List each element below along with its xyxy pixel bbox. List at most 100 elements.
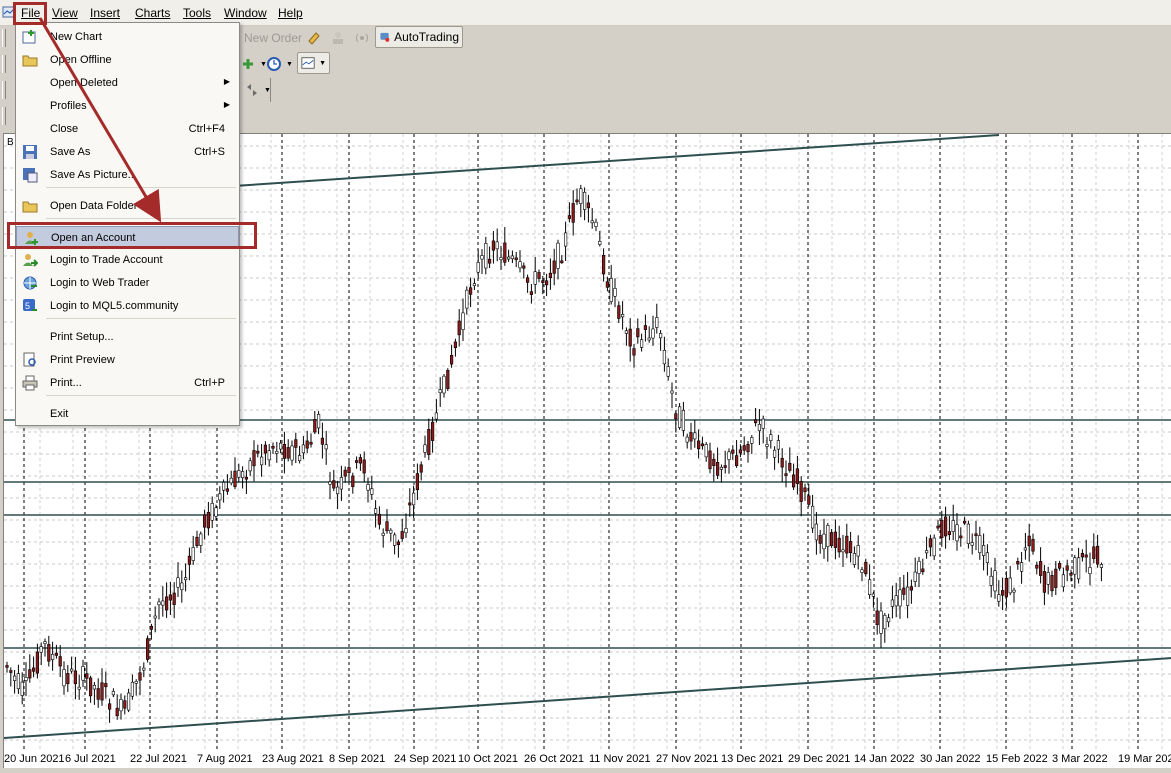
candle-body xyxy=(860,569,864,573)
menu-tools[interactable]: Tools xyxy=(183,6,211,20)
candle-body xyxy=(818,535,822,544)
candle-body xyxy=(981,545,986,556)
menu-item-exit[interactable]: Exit xyxy=(16,403,239,425)
x-axis-label: 8 Sep 2021 xyxy=(329,753,386,765)
candle-body xyxy=(89,677,93,697)
toolbar-grip[interactable] xyxy=(2,81,6,99)
candle-body xyxy=(157,601,161,606)
candle-body xyxy=(434,412,439,420)
x-axis-label: 23 Aug 2021 xyxy=(262,753,324,765)
candle-body xyxy=(601,255,606,275)
candle-body xyxy=(875,610,879,626)
menu-view[interactable]: View xyxy=(52,6,78,20)
new-order-button[interactable]: New Order xyxy=(240,27,306,49)
candle-body xyxy=(845,535,849,554)
menu-separator xyxy=(46,395,236,396)
templates-button[interactable]: ▼ xyxy=(297,52,330,74)
candle-body xyxy=(1000,590,1005,596)
autotrading-button[interactable]: AutoTrading xyxy=(375,26,463,48)
menu-item-profiles[interactable]: Profiles ▶ xyxy=(16,95,239,117)
menu-item-save-as-picture[interactable]: Save As Picture... xyxy=(16,164,239,186)
candle-body xyxy=(468,287,473,295)
menu-item-open-data-folder[interactable]: Open Data Folder xyxy=(16,195,239,217)
menu-insert[interactable]: Insert xyxy=(90,6,120,20)
menu-item-label: Login to MQL5.community xyxy=(50,300,179,312)
candle-body xyxy=(864,561,868,575)
candle-body xyxy=(453,341,458,349)
navigator-button[interactable] xyxy=(326,27,350,49)
menu-item-save-as[interactable]: Save As Ctrl+S xyxy=(16,141,239,163)
candle-body xyxy=(765,444,769,447)
x-axis-label: 29 Dec 2021 xyxy=(788,753,851,765)
candle-body xyxy=(848,541,853,554)
candle-body xyxy=(1088,567,1092,574)
candle-body xyxy=(544,280,549,286)
menu-help[interactable]: Help xyxy=(278,6,303,20)
menu-item-open-deleted[interactable]: Open Deleted ▶ xyxy=(16,72,239,94)
toolbar-grip[interactable] xyxy=(2,55,6,73)
menu-item-open-an-account[interactable]: Open an Account xyxy=(16,226,239,248)
candle-body xyxy=(993,570,997,592)
candle-body xyxy=(1058,563,1062,569)
toolbar-grip[interactable] xyxy=(2,29,6,47)
x-axis-label: 3 Mar 2022 xyxy=(1052,753,1108,765)
candle-body xyxy=(313,419,317,433)
signals-icon xyxy=(356,33,368,43)
candle-body xyxy=(104,683,108,688)
candle-body xyxy=(146,638,150,660)
candle-body xyxy=(54,652,58,656)
candle-body xyxy=(685,436,689,443)
template-icon xyxy=(301,57,315,69)
candle-body xyxy=(149,625,154,630)
candle-body xyxy=(297,455,302,462)
candle-body xyxy=(620,314,625,318)
periods-button[interactable]: ▼ xyxy=(262,53,297,75)
candle-body xyxy=(579,188,583,204)
candle-body xyxy=(609,278,613,302)
candle-body xyxy=(913,571,917,582)
menu-item-shortcut: Ctrl+P xyxy=(194,377,225,389)
metaeditor-button[interactable] xyxy=(302,27,326,49)
candle-body xyxy=(294,439,298,448)
account-add-icon xyxy=(25,232,38,245)
menu-item-label: Print Preview xyxy=(50,354,115,366)
candle-body xyxy=(586,202,590,209)
candle-body xyxy=(381,532,385,536)
candle-body xyxy=(1027,535,1031,547)
menu-item-print-setup[interactable]: Print Setup... xyxy=(16,326,239,348)
menu-item-login-to-mql5-community[interactable]: 5 Login to MQL5.community xyxy=(16,295,239,317)
x-axis-label: 19 Mar 2022 xyxy=(1118,753,1171,765)
candle-body xyxy=(761,418,765,429)
candle-body xyxy=(681,410,685,431)
menu-window[interactable]: Window xyxy=(224,6,267,20)
candle-body xyxy=(119,699,123,712)
signals-button[interactable] xyxy=(350,27,374,49)
candle-body xyxy=(647,337,651,341)
candle-body xyxy=(28,669,32,679)
candle-body xyxy=(62,669,66,687)
candle-body xyxy=(271,445,275,449)
candle-body xyxy=(229,477,233,484)
candle-body xyxy=(575,199,579,203)
candle-body xyxy=(1077,557,1081,580)
candle-body xyxy=(810,505,815,529)
menu-item-open-offline[interactable]: Open Offline xyxy=(16,49,239,71)
menu-charts[interactable]: Charts xyxy=(135,6,170,20)
toolbar-grip[interactable] xyxy=(2,107,6,125)
candle-body xyxy=(1042,571,1046,593)
candle-body xyxy=(153,615,157,619)
menu-item-new-chart[interactable]: New Chart xyxy=(16,26,239,48)
candle-body xyxy=(20,681,24,696)
menu-item-login-to-trade-account[interactable]: Login to Trade Account xyxy=(16,249,239,271)
metaeditor-icon xyxy=(308,32,320,45)
menu-item-close[interactable]: Close Ctrl+F4 xyxy=(16,118,239,140)
candle-body xyxy=(487,258,492,264)
menu-item-login-to-web-trader[interactable]: Login to Web Trader xyxy=(16,272,239,294)
menu-item-print[interactable]: Print... Ctrl+P xyxy=(16,372,239,394)
mql5-icon: 5 xyxy=(23,299,37,311)
menu-item-print-preview[interactable]: Print Preview xyxy=(16,349,239,371)
x-axis-label: 24 Sep 2021 xyxy=(394,753,457,765)
candle-body xyxy=(195,536,199,547)
candle-body xyxy=(275,450,279,454)
candle-body xyxy=(1023,547,1027,551)
